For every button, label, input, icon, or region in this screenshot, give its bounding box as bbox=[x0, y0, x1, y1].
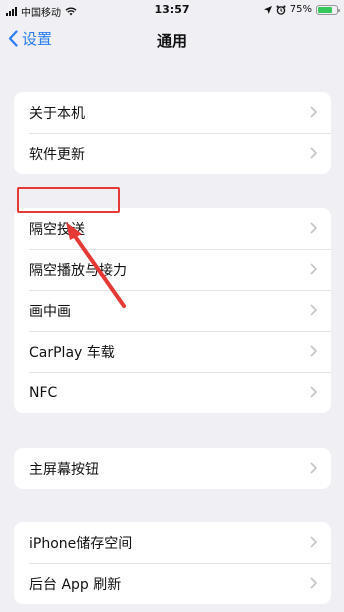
row-label: 隔空投送 bbox=[29, 221, 85, 238]
row-label: 关于本机 bbox=[29, 105, 85, 122]
chevron-right-icon bbox=[310, 106, 317, 118]
alarm-icon bbox=[276, 5, 286, 15]
settings-group-storage: iPhone储存空间 后台 App 刷新 bbox=[14, 522, 331, 604]
chevron-right-icon bbox=[310, 222, 317, 234]
location-icon bbox=[263, 5, 272, 14]
row-carplay[interactable]: CarPlay 车载 bbox=[14, 331, 331, 372]
row-label: 画中画 bbox=[29, 303, 71, 320]
status-right: 75% bbox=[263, 4, 340, 15]
navigation-bar: 设置 通用 bbox=[0, 22, 344, 58]
row-label: NFC bbox=[29, 384, 58, 401]
chevron-right-icon bbox=[310, 577, 317, 589]
row-label: iPhone储存空间 bbox=[29, 535, 133, 552]
settings-group-about: 关于本机 软件更新 bbox=[14, 92, 331, 174]
row-iphone-storage[interactable]: iPhone储存空间 bbox=[14, 522, 331, 563]
chevron-right-icon bbox=[310, 263, 317, 275]
row-label: 主屏幕按钮 bbox=[29, 461, 99, 478]
row-home-button[interactable]: 主屏幕按钮 bbox=[14, 448, 331, 489]
settings-group-home-button: 主屏幕按钮 bbox=[14, 448, 331, 489]
row-label: 软件更新 bbox=[29, 146, 85, 163]
status-bar: 中国移动 13:57 75% bbox=[0, 0, 344, 20]
chevron-right-icon bbox=[310, 345, 317, 357]
annotation-highlight-box bbox=[17, 187, 120, 213]
row-label: CarPlay 车载 bbox=[29, 344, 115, 361]
settings-group-sharing: 隔空投送 隔空播放与接力 画中画 CarPlay 车载 NFC bbox=[14, 208, 331, 413]
row-label: 隔空播放与接力 bbox=[29, 262, 127, 279]
row-background-app-refresh[interactable]: 后台 App 刷新 bbox=[14, 563, 331, 604]
chevron-right-icon bbox=[310, 462, 317, 474]
chevron-right-icon bbox=[310, 147, 317, 159]
battery-icon bbox=[316, 4, 340, 15]
row-label: 后台 App 刷新 bbox=[29, 576, 122, 593]
chevron-right-icon bbox=[310, 386, 317, 398]
row-picture-in-picture[interactable]: 画中画 bbox=[14, 290, 331, 331]
row-about[interactable]: 关于本机 bbox=[14, 92, 331, 133]
row-airdrop[interactable]: 隔空投送 bbox=[14, 208, 331, 249]
row-software-update[interactable]: 软件更新 bbox=[14, 133, 331, 174]
row-nfc[interactable]: NFC bbox=[14, 372, 331, 413]
battery-percent: 75% bbox=[289, 4, 312, 15]
page-title: 通用 bbox=[156, 32, 187, 50]
row-airplay-handoff[interactable]: 隔空播放与接力 bbox=[14, 249, 331, 290]
chevron-right-icon bbox=[310, 304, 317, 316]
chevron-right-icon bbox=[310, 536, 317, 548]
